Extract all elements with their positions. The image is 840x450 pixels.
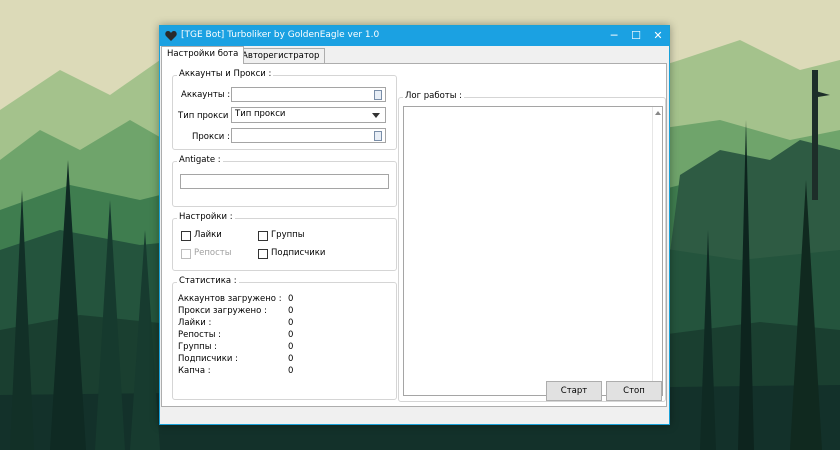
accounts-proxy-group-title: Аккаунты и Прокси :	[177, 69, 274, 79]
stat-label-accounts-loaded: Аккаунтов загружено :	[178, 294, 282, 304]
antigate-key-input[interactable]	[180, 174, 389, 189]
close-button[interactable]: ✕	[647, 26, 669, 46]
stat-value-accounts-loaded: 0	[288, 294, 294, 304]
stat-value-reposts: 0	[288, 330, 294, 340]
stat-label-likes: Лайки :	[178, 318, 212, 328]
heart-icon	[165, 30, 177, 42]
file-icon[interactable]	[374, 131, 382, 141]
statistics-group-title: Статистика :	[177, 276, 239, 286]
reposts-label[interactable]: Репосты	[194, 248, 231, 258]
settings-group: Настройки : Лайки Группы Репосты Подписч…	[172, 212, 397, 271]
stat-value-proxies-loaded: 0	[288, 306, 294, 316]
stat-label-reposts: Репосты :	[178, 330, 222, 340]
stat-value-captcha: 0	[288, 366, 294, 376]
proxy-type-select[interactable]: Тип прокси	[231, 107, 386, 123]
subscribers-label[interactable]: Подписчики	[271, 248, 325, 258]
start-button[interactable]: Старт	[546, 381, 602, 401]
work-log-textarea[interactable]	[403, 106, 663, 396]
window-title: [TGE Bot] Turboliker by GoldenEagle ver …	[181, 30, 380, 40]
reposts-checkbox[interactable]	[181, 249, 191, 259]
stat-label-captcha: Капча :	[178, 366, 211, 376]
stat-value-likes: 0	[288, 318, 294, 328]
proxies-label: Прокси :	[192, 132, 230, 142]
accounts-label: Аккаунты :	[181, 90, 231, 100]
likes-label[interactable]: Лайки	[194, 230, 222, 240]
antigate-group: Antigate :	[172, 155, 397, 207]
proxy-type-label: Тип прокси :	[178, 111, 235, 121]
groups-checkbox[interactable]	[258, 231, 268, 241]
title-bar[interactable]: [TGE Bot] Turboliker by GoldenEagle ver …	[160, 26, 669, 46]
statistics-group: Статистика : Аккаунтов загружено : 0 Про…	[172, 276, 397, 400]
proxies-file-field[interactable]	[231, 128, 386, 143]
tab-autoregistrator[interactable]: Авторегистратор	[236, 48, 326, 64]
scroll-up-icon[interactable]	[655, 111, 661, 115]
groups-label[interactable]: Группы	[271, 230, 304, 240]
stat-label-groups: Группы :	[178, 342, 218, 352]
stat-value-subscribers: 0	[288, 354, 294, 364]
antigate-group-title: Antigate :	[177, 155, 223, 165]
tab-bot-settings[interactable]: Настройки бота	[161, 46, 245, 64]
stat-label-subscribers: Подписчики :	[178, 354, 238, 364]
likes-checkbox[interactable]	[181, 231, 191, 241]
app-window: [TGE Bot] Turboliker by GoldenEagle ver …	[159, 25, 670, 425]
accounts-file-field[interactable]	[231, 87, 386, 102]
log-scrollbar[interactable]	[652, 107, 662, 395]
tab-panel-bot-settings: Аккаунты и Прокси : Аккаунты : Тип прокс…	[161, 63, 667, 407]
subscribers-checkbox[interactable]	[258, 249, 268, 259]
settings-group-title: Настройки :	[177, 212, 235, 222]
proxy-type-value: Тип прокси	[235, 109, 286, 119]
work-log-group-title: Лог работы :	[403, 91, 465, 101]
chevron-down-icon	[372, 113, 380, 118]
minimize-button[interactable]: ─	[603, 26, 625, 46]
accounts-proxy-group: Аккаунты и Прокси : Аккаунты : Тип прокс…	[172, 69, 397, 150]
stat-label-proxies-loaded: Прокси загружено :	[178, 306, 267, 316]
maximize-button[interactable]: ☐	[625, 26, 647, 46]
file-icon[interactable]	[374, 90, 382, 100]
stat-value-groups: 0	[288, 342, 294, 352]
stop-button[interactable]: Стоп	[606, 381, 662, 401]
